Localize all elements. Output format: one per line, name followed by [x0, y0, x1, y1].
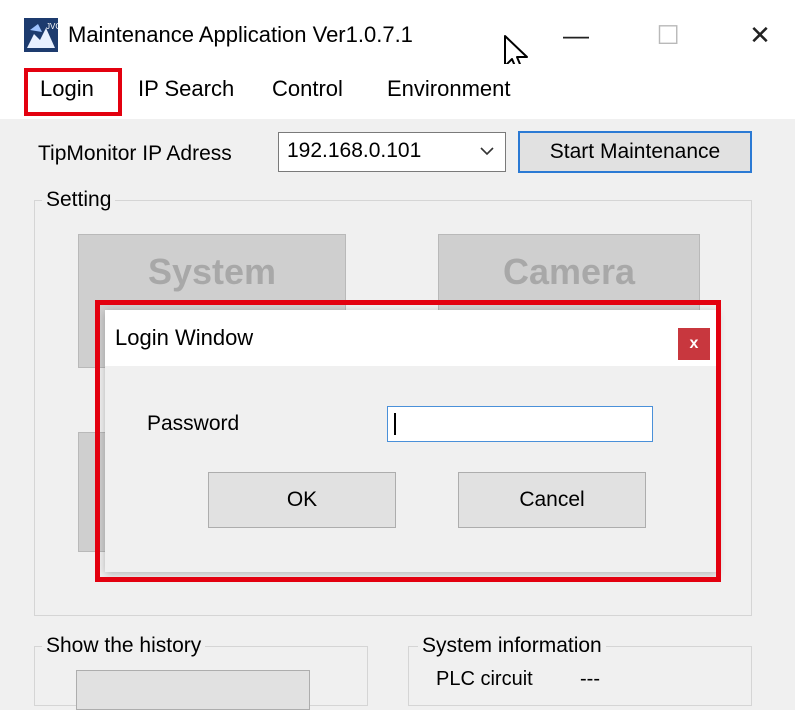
svg-text:JVC: JVC — [46, 22, 58, 31]
minimize-button[interactable]: — — [546, 10, 606, 60]
start-maintenance-button[interactable]: Start Maintenance — [518, 131, 752, 173]
close-icon: ✕ — [749, 19, 771, 50]
maximize-icon: ☐ — [656, 19, 680, 50]
system-info-group-label: System information — [418, 634, 606, 658]
minimize-icon: — — [563, 19, 589, 50]
setting-group-label: Setting — [42, 188, 116, 212]
plc-circuit-label: PLC circuit — [436, 668, 533, 690]
ip-address-combobox[interactable]: 192.168.0.101 — [278, 132, 506, 172]
window-title: Maintenance Application Ver1.0.7.1 — [68, 22, 413, 47]
app-icon: JVC — [24, 18, 58, 52]
ip-address-label: TipMonitor IP Adress — [38, 142, 232, 165]
show-history-button[interactable] — [76, 670, 310, 710]
maximize-button[interactable]: ☐ — [638, 10, 698, 60]
menu-item-control[interactable]: Control — [272, 76, 343, 102]
login-dialog-highlight — [95, 300, 721, 582]
close-button[interactable]: ✕ — [730, 10, 790, 60]
ip-address-value: 192.168.0.101 — [287, 139, 422, 162]
menu-item-ip-search[interactable]: IP Search — [138, 76, 234, 102]
history-group-label: Show the history — [42, 634, 206, 658]
chevron-down-icon — [480, 147, 494, 156]
title-bar: JVC Maintenance Application Ver1.0.7.1 —… — [0, 0, 795, 64]
menu-item-environment[interactable]: Environment — [387, 76, 511, 102]
plc-circuit-value: --- — [580, 668, 600, 690]
login-menu-highlight — [24, 68, 122, 116]
